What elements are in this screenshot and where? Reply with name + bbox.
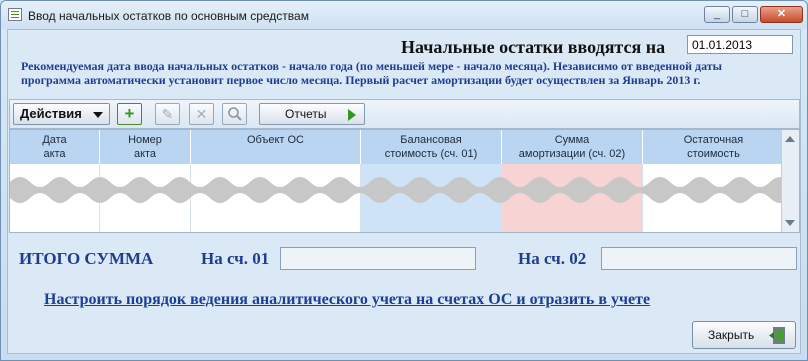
column-header-amortization[interactable]: Сумма амортизации (сч. 02) [502,130,643,164]
start-date-input[interactable] [687,35,793,54]
balances-table[interactable]: Дата акта Номер акта Объект ОС Балансовая с… [9,129,800,233]
close-button[interactable]: Закрыть [692,321,796,349]
account-01-label: На сч. 01 [201,249,270,268]
edit-button[interactable]: ✎ [155,103,180,125]
vertical-scrollbar[interactable] [781,130,799,232]
total-sum-label: ИТОГО СУММА [19,249,154,268]
search-button[interactable] [222,103,247,125]
totals-row: ИТОГО СУММА На сч. 01 На сч. 02 [19,247,799,271]
title-bar: Ввод начальных остатков по основным сред… [1,1,807,29]
pencil-icon: ✎ [161,106,174,122]
note-line-2: программа автоматически установит первое… [21,73,701,87]
column-header-object[interactable]: Объект ОС [191,130,361,164]
account-01-total-field [280,247,476,270]
column-header-residual[interactable]: Остаточная стоимость [643,130,784,164]
torn-edge-graphic [10,177,784,203]
actions-label: Действия [20,106,82,121]
maximize-button[interactable]: □ [732,6,758,23]
column-header-balance[interactable]: Балансовая стоимость (сч. 01) [361,130,502,164]
start-date-label: Начальные остатки вводятся на [401,37,666,57]
delete-button[interactable]: ✕ [189,103,214,125]
column-header-date[interactable]: Дата акта [10,130,100,164]
table-toolbar: Действия + ✎ ✕ Отчеты [9,99,800,129]
account-02-total-field [601,247,797,270]
table-header: Дата акта Номер акта Объект ОС Балансовая с… [10,130,784,164]
exit-door-icon [769,327,785,344]
play-arrow-icon [348,109,356,121]
account-02-label: На сч. 02 [518,249,587,268]
app-form-icon [8,8,22,21]
recommendation-note: Рекомендуемая дата ввода начальных остат… [21,59,791,87]
actions-dropdown[interactable]: Действия [13,103,110,125]
window-title: Ввод начальных остатков по основным сред… [28,9,309,23]
scroll-down-icon[interactable] [785,220,795,226]
initial-balances-window: Ввод начальных остатков по основным сред… [0,0,808,361]
reports-label: Отчеты [285,107,327,121]
minimize-button[interactable]: _ [704,6,730,23]
plus-icon: + [124,104,135,123]
x-icon: ✕ [195,106,208,122]
add-button[interactable]: + [117,103,142,125]
scroll-up-icon[interactable] [785,136,795,142]
note-line-1: Рекомендуемая дата ввода начальных остат… [21,59,723,73]
magnifier-icon [223,105,246,126]
close-label: Закрыть [708,328,755,342]
chevron-down-icon [93,112,103,118]
reports-button[interactable]: Отчеты [259,103,365,125]
column-header-number[interactable]: Номер акта [100,130,191,164]
close-window-button[interactable]: ✕ [760,6,803,23]
setup-accounting-link[interactable]: Настроить порядок ведения аналитического… [44,291,650,309]
